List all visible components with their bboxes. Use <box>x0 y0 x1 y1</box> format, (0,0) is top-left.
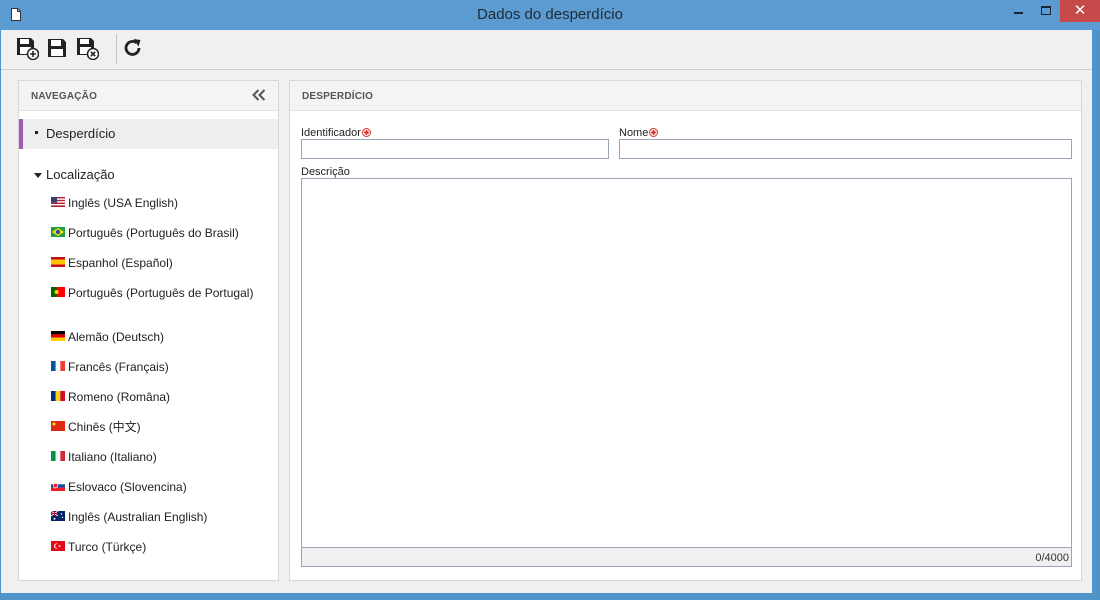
language-label: Romeno (Româna) <box>68 390 171 404</box>
save-close-icon <box>77 38 100 61</box>
spain-flag-icon <box>51 257 65 267</box>
nav-section-localizacao[interactable]: Localização <box>19 165 278 185</box>
language-label: Francês (Français) <box>68 360 169 374</box>
required-icon <box>649 128 659 137</box>
language-item-fr[interactable]: Francês (Français) <box>19 357 278 387</box>
nav-section-label: Localização <box>46 167 115 182</box>
refresh-icon <box>124 39 141 56</box>
language-item-tr[interactable]: Turco (Türkçe) <box>19 537 278 567</box>
form-title: DESPERDÍCIO <box>302 91 374 102</box>
language-item-es[interactable]: Espanhol (Español) <box>19 253 278 283</box>
china-flag-icon <box>51 421 65 431</box>
australia-flag-icon <box>51 511 65 521</box>
description-label: Descrição <box>301 166 350 178</box>
navigation-panel: NAVEGAÇÃO Desperdício Localização Inglês… <box>18 80 279 581</box>
save-and-close-button[interactable] <box>75 36 100 61</box>
minimize-icon <box>1014 12 1023 14</box>
save-and-new-button[interactable] <box>15 36 40 61</box>
bullet-icon <box>35 131 38 134</box>
double-chevron-left-icon[interactable] <box>252 89 266 101</box>
window-title: Dados do desperdício <box>477 6 623 23</box>
language-item-it[interactable]: Italiano (Italiano) <box>19 447 278 477</box>
character-counter: 0/4000 <box>301 547 1072 567</box>
close-icon: ✕ <box>1073 2 1087 19</box>
language-item-en-au[interactable]: Inglês (Australian English) <box>19 507 278 537</box>
romania-flag-icon <box>51 391 65 401</box>
close-button[interactable]: ✕ <box>1060 0 1100 22</box>
language-label: Turco (Türkçe) <box>68 540 147 554</box>
window-client-area: NAVEGAÇÃO Desperdício Localização Inglês… <box>1 30 1092 593</box>
language-item-sk[interactable]: Eslovaco (Slovencina) <box>19 477 278 507</box>
language-item-ro[interactable]: Romeno (Româna) <box>19 387 278 417</box>
form-panel: DESPERDÍCIO Identificador Nome Descrição… <box>289 80 1082 581</box>
germany-flag-icon <box>51 331 65 341</box>
italy-flag-icon <box>51 451 65 461</box>
language-label: Espanhol (Español) <box>68 256 173 270</box>
floppy-disk-icon <box>48 39 66 57</box>
language-list: Inglês (USA English) Português (Portuguê… <box>19 193 278 567</box>
language-item-zh[interactable]: Chinês (中文) <box>19 417 278 447</box>
description-textarea[interactable] <box>301 178 1072 547</box>
language-item-de[interactable]: Alemão (Deutsch) <box>19 327 278 357</box>
toolbar-separator <box>116 34 117 64</box>
nav-item-desperdicio[interactable]: Desperdício <box>19 119 278 149</box>
title-bar[interactable]: Dados do desperdício ✕ <box>0 0 1100 30</box>
us-flag-icon <box>51 197 65 207</box>
language-label: Inglês (USA English) <box>68 196 179 210</box>
language-label: Alemão (Deutsch) <box>68 330 165 344</box>
language-item-pt-pt[interactable]: Português (Português de Portugal) <box>19 283 278 327</box>
maximize-button[interactable] <box>1032 0 1060 22</box>
language-label: Italiano (Italiano) <box>68 450 157 464</box>
navigation-title: NAVEGAÇÃO <box>31 91 98 102</box>
form-header: DESPERDÍCIO <box>290 81 1081 111</box>
maximize-icon <box>1041 6 1051 15</box>
identifier-input[interactable] <box>301 139 609 159</box>
caret-down-icon <box>34 173 42 178</box>
save-plus-icon <box>17 38 40 61</box>
required-icon <box>361 128 371 137</box>
language-label: Português (Português de Portugal) <box>68 286 254 300</box>
portugal-flag-icon <box>51 287 65 297</box>
language-item-pt-br[interactable]: Português (Português do Brasil) <box>19 223 278 253</box>
save-button[interactable] <box>45 36 69 60</box>
language-label: Inglês (Australian English) <box>68 510 208 524</box>
name-label: Nome <box>619 127 659 139</box>
app-window: Dados do desperdício ✕ NAVEGAÇÃO Desperd… <box>0 0 1100 600</box>
language-item-en-us[interactable]: Inglês (USA English) <box>19 193 278 223</box>
nav-item-label: Desperdício <box>46 126 116 141</box>
toolbar <box>1 30 1092 70</box>
turkey-flag-icon <box>51 541 65 551</box>
minimize-button[interactable] <box>1004 0 1032 22</box>
navigation-header: NAVEGAÇÃO <box>19 81 278 111</box>
slovakia-flag-icon <box>51 481 65 491</box>
language-label: Português (Português do Brasil) <box>68 226 239 240</box>
france-flag-icon <box>51 361 65 371</box>
brazil-flag-icon <box>51 227 65 237</box>
language-label: Eslovaco (Slovencina) <box>68 480 187 494</box>
name-input[interactable] <box>619 139 1072 159</box>
language-label: Chinês (中文) <box>68 420 141 434</box>
refresh-button[interactable] <box>121 36 145 60</box>
identifier-label: Identificador <box>301 127 371 139</box>
